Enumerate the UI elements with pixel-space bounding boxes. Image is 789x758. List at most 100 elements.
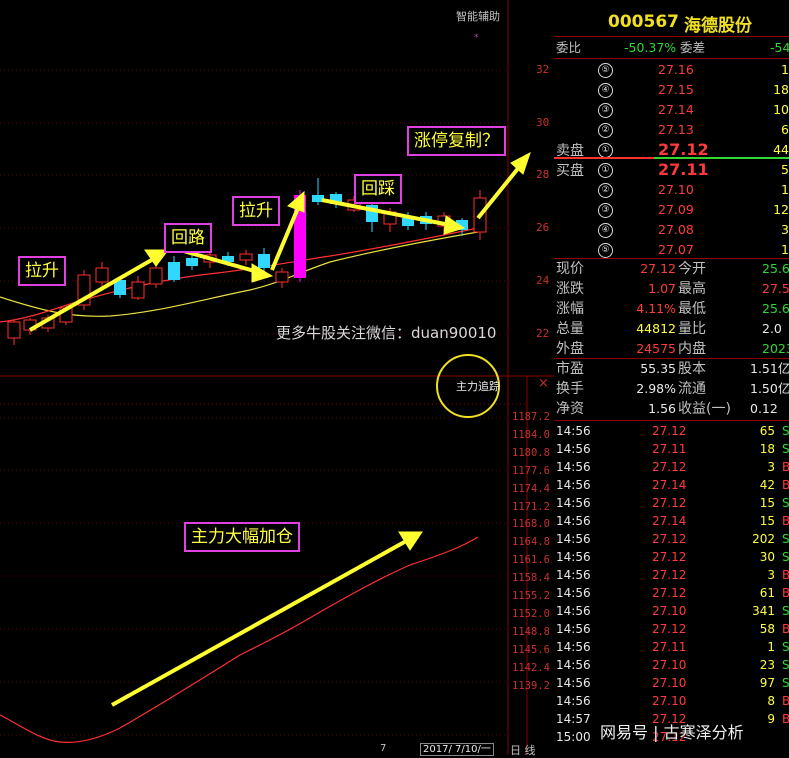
sell-volume: 10 xyxy=(773,102,789,117)
indicator-label[interactable]: 智能辅助 xyxy=(456,8,500,24)
tick-price: 27.12 xyxy=(652,622,687,636)
buy-volume: 5 xyxy=(781,162,789,177)
candle-body xyxy=(258,254,270,268)
tick-time: 14:57 xyxy=(556,712,591,726)
level-badge: ② xyxy=(598,183,613,198)
close-icon[interactable]: × xyxy=(538,376,549,391)
fundamental-row: 换手 2.98% 流通 1.50亿 xyxy=(554,379,789,399)
tick-row: 14:56 27.12 61 B xyxy=(554,584,789,602)
y-tick: 32 xyxy=(536,63,550,76)
candle-body xyxy=(168,262,180,280)
buy-price: 27.10 xyxy=(658,182,694,197)
tick-direction: S xyxy=(782,496,789,510)
tick-volume: 23 xyxy=(759,658,775,672)
tick-price: 27.10 xyxy=(652,658,687,672)
quote-row: 总量 44812 量比 2.0 xyxy=(554,319,789,339)
fundamental-value: 1.50亿 xyxy=(750,381,789,396)
tick-price: 27.12 xyxy=(652,460,687,474)
level-badge: ④ xyxy=(598,223,613,238)
tick-volume: 15 xyxy=(759,514,775,528)
tick-direction: S xyxy=(782,604,789,618)
y-tick: 26 xyxy=(536,221,550,234)
fundamental-label: 股本 xyxy=(678,361,706,377)
tick-direction: B xyxy=(782,622,789,636)
annotation-pullback-1: 回路 xyxy=(164,223,212,253)
tick-direction: S xyxy=(782,442,789,456)
y-tick: 1180.8 xyxy=(512,446,550,459)
buy-volume: 1 xyxy=(781,182,789,197)
date-label: 2017/ 7/10/一 xyxy=(420,743,494,756)
quote-label: 总量 xyxy=(556,321,584,337)
quote-value: 2.0 xyxy=(762,321,782,336)
quote-label: 量比 xyxy=(678,321,706,337)
tick-time: 14:56 xyxy=(556,586,591,600)
period-tab[interactable]: 日 线 xyxy=(510,742,536,758)
y-tick: 1155.2 xyxy=(512,590,550,602)
indicator-label-main-force[interactable]: 主力追踪 xyxy=(456,378,500,394)
tick-direction: S xyxy=(782,424,789,438)
quote-panel: 000567 海德股份 委比 -50.37% 委差 -54 ⑤ 27.16 1 ④ 27… xyxy=(554,0,789,755)
tick-volume: 15 xyxy=(759,496,775,510)
tick-row: 14:56 27.10 23 S xyxy=(554,656,789,674)
tick-time: 14:56 xyxy=(556,568,591,582)
tick-row: 14:56 27.11 1 S xyxy=(554,638,789,656)
tick-time: 14:56 xyxy=(556,424,591,438)
tick-time: 14:56 xyxy=(556,460,591,474)
order-book-buy-row: ⑤ 27.07 1 xyxy=(554,240,789,260)
y-tick: 28 xyxy=(536,168,550,181)
y-tick: 1148.8 xyxy=(512,625,550,638)
quote-label: 涨跌 xyxy=(556,281,584,297)
tick-time: 14:56 xyxy=(556,496,591,510)
candle-body xyxy=(275,271,289,283)
tick-direction: S xyxy=(782,532,789,546)
annotation-main-force: 主力大幅加仓 xyxy=(184,522,300,552)
candle-body xyxy=(7,321,21,339)
tick-direction: B xyxy=(782,568,789,582)
quote-label: 最高 xyxy=(678,281,706,297)
fundamental-row: 净资 1.56 收益(一) 0.12 xyxy=(554,399,789,419)
tick-row: 14:56 27.10 341 S xyxy=(554,602,789,620)
buy-price: 27.09 xyxy=(658,202,694,217)
tick-price: 27.12 xyxy=(652,568,687,582)
level-badge: ① xyxy=(598,163,613,178)
tick-volume: 18 xyxy=(759,442,775,456)
tick-price: 27.11 xyxy=(652,442,687,456)
level-badge: ④ xyxy=(598,83,613,98)
level-badge: ③ xyxy=(598,103,613,118)
sell-volume: 6 xyxy=(781,122,789,137)
buy-volume: 12 xyxy=(773,202,789,217)
stock-header: 000567 海德股份 xyxy=(554,0,789,37)
tick-volume: 65 xyxy=(759,424,775,438)
sell-price: 27.14 xyxy=(658,102,694,117)
y-tick: 30 xyxy=(536,116,550,129)
fundamental-value: 1.56 xyxy=(648,401,676,416)
y-tick: 1187.2 xyxy=(512,411,550,423)
buy-price: 27.11 xyxy=(658,160,709,179)
y-tick: 1174.4 xyxy=(512,482,550,495)
level-badge: ③ xyxy=(598,203,613,218)
order-book-buy-row: ③ 27.09 12 xyxy=(554,200,789,220)
annotation-pullback-2: 回踩 xyxy=(354,174,402,204)
fundamental-value: 55.35 xyxy=(640,361,676,376)
tick-row: 14:56 27.12 3 B xyxy=(554,566,789,584)
tick-volume: 341 xyxy=(752,604,775,618)
y-tick: 1171.2 xyxy=(512,500,550,513)
tick-direction: B xyxy=(782,460,789,474)
quote-value: 24575 xyxy=(636,341,676,356)
buy-price: 27.07 xyxy=(658,242,694,257)
order-book-buy-row: ④ 27.08 3 xyxy=(554,220,789,240)
candle-body xyxy=(239,253,253,261)
quote-label: 外盘 xyxy=(556,341,584,357)
tick-row: 14:56 27.10 97 S xyxy=(554,674,789,692)
order-book-buy-row: ② 27.10 1 xyxy=(554,180,789,200)
candle-body xyxy=(131,281,145,299)
fundamental-label: 换手 xyxy=(556,381,584,397)
tick-time: 14:56 xyxy=(556,442,591,456)
candle-body xyxy=(186,258,198,266)
order-book-sell-row: ⑤ 27.16 1 xyxy=(554,60,789,80)
tick-row: 14:56 27.11 18 S xyxy=(554,440,789,458)
tick-row: 14:56 27.12 58 B xyxy=(554,620,789,638)
tick-volume: 8 xyxy=(767,694,775,708)
quote-label: 现价 xyxy=(556,261,584,277)
tick-time: 15:00 xyxy=(556,730,591,744)
